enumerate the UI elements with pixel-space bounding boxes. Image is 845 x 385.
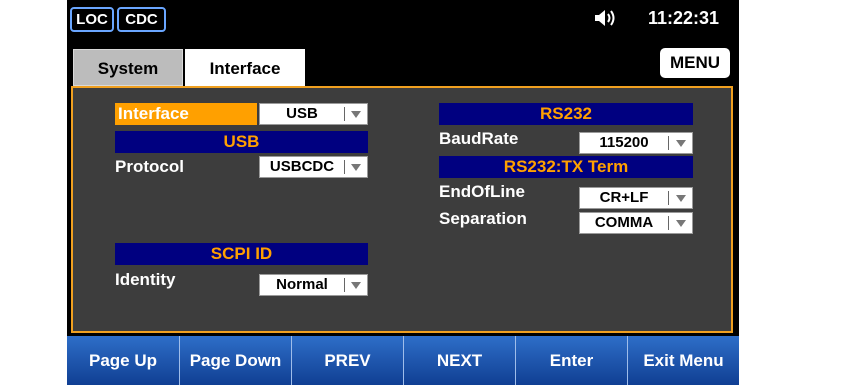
interface-panel: Interface USB USB Protocol USBCDC SCPI I… [71,86,733,333]
menu-button[interactable]: MENU [660,48,730,78]
protocol-dropdown[interactable]: USBCDC [259,156,368,178]
endofline-dropdown[interactable]: CR+LF [579,187,693,209]
baudrate-dropdown[interactable]: 115200 [579,132,693,154]
next-softkey[interactable]: NEXT [404,336,516,385]
interface-label: Interface [115,103,257,125]
dropdown-divider [344,278,345,292]
rs232-tx-term-header: RS232:TX Term [439,156,693,178]
interface-value: USB [286,105,318,122]
endofline-label: EndOfLine [439,182,525,201]
separation-label: Separation [439,209,527,228]
rs232-header: RS232 [439,103,693,125]
protocol-label: Protocol [115,157,184,176]
loc-badge: LOC [70,7,114,32]
enter-softkey[interactable]: Enter [516,336,628,385]
protocol-value: USBCDC [269,158,335,175]
usb-header: USB [115,131,368,153]
identity-value: Normal [276,276,328,293]
tab-interface[interactable]: Interface [185,49,305,89]
page-up-softkey[interactable]: Page Up [67,336,180,385]
separation-dropdown[interactable]: COMMA [579,212,693,234]
instrument-screen: LOC CDC 11:22:31 System Interface MENU I… [67,0,739,385]
dropdown-divider [344,160,345,174]
chevron-down-icon [351,164,361,171]
interface-dropdown[interactable]: USB [259,103,368,125]
baudrate-value: 115200 [599,134,649,151]
dropdown-divider [668,216,669,230]
baudrate-label: BaudRate [439,129,519,148]
identity-dropdown[interactable]: Normal [259,274,368,296]
identity-label: Identity [115,270,176,289]
tab-system[interactable]: System [73,49,183,86]
endofline-value: CR+LF [599,189,649,206]
dropdown-divider [668,136,669,150]
chevron-down-icon [676,195,686,202]
status-bar: LOC CDC 11:22:31 [67,0,739,36]
cdc-badge: CDC [117,7,166,32]
scpi-id-header: SCPI ID [115,243,368,265]
chevron-down-icon [351,111,361,118]
separation-value: COMMA [594,214,654,231]
prev-softkey[interactable]: PREV [292,336,404,385]
page-down-softkey[interactable]: Page Down [180,336,292,385]
softkey-bar: Page Up Page Down PREV NEXT Enter Exit M… [67,336,739,385]
chevron-down-icon [351,282,361,289]
clock: 11:22:31 [648,8,720,28]
chevron-down-icon [676,220,686,227]
speaker-icon [595,10,615,26]
dropdown-divider [344,107,345,121]
chevron-down-icon [676,140,686,147]
exit-menu-softkey[interactable]: Exit Menu [628,336,739,385]
dropdown-divider [668,191,669,205]
